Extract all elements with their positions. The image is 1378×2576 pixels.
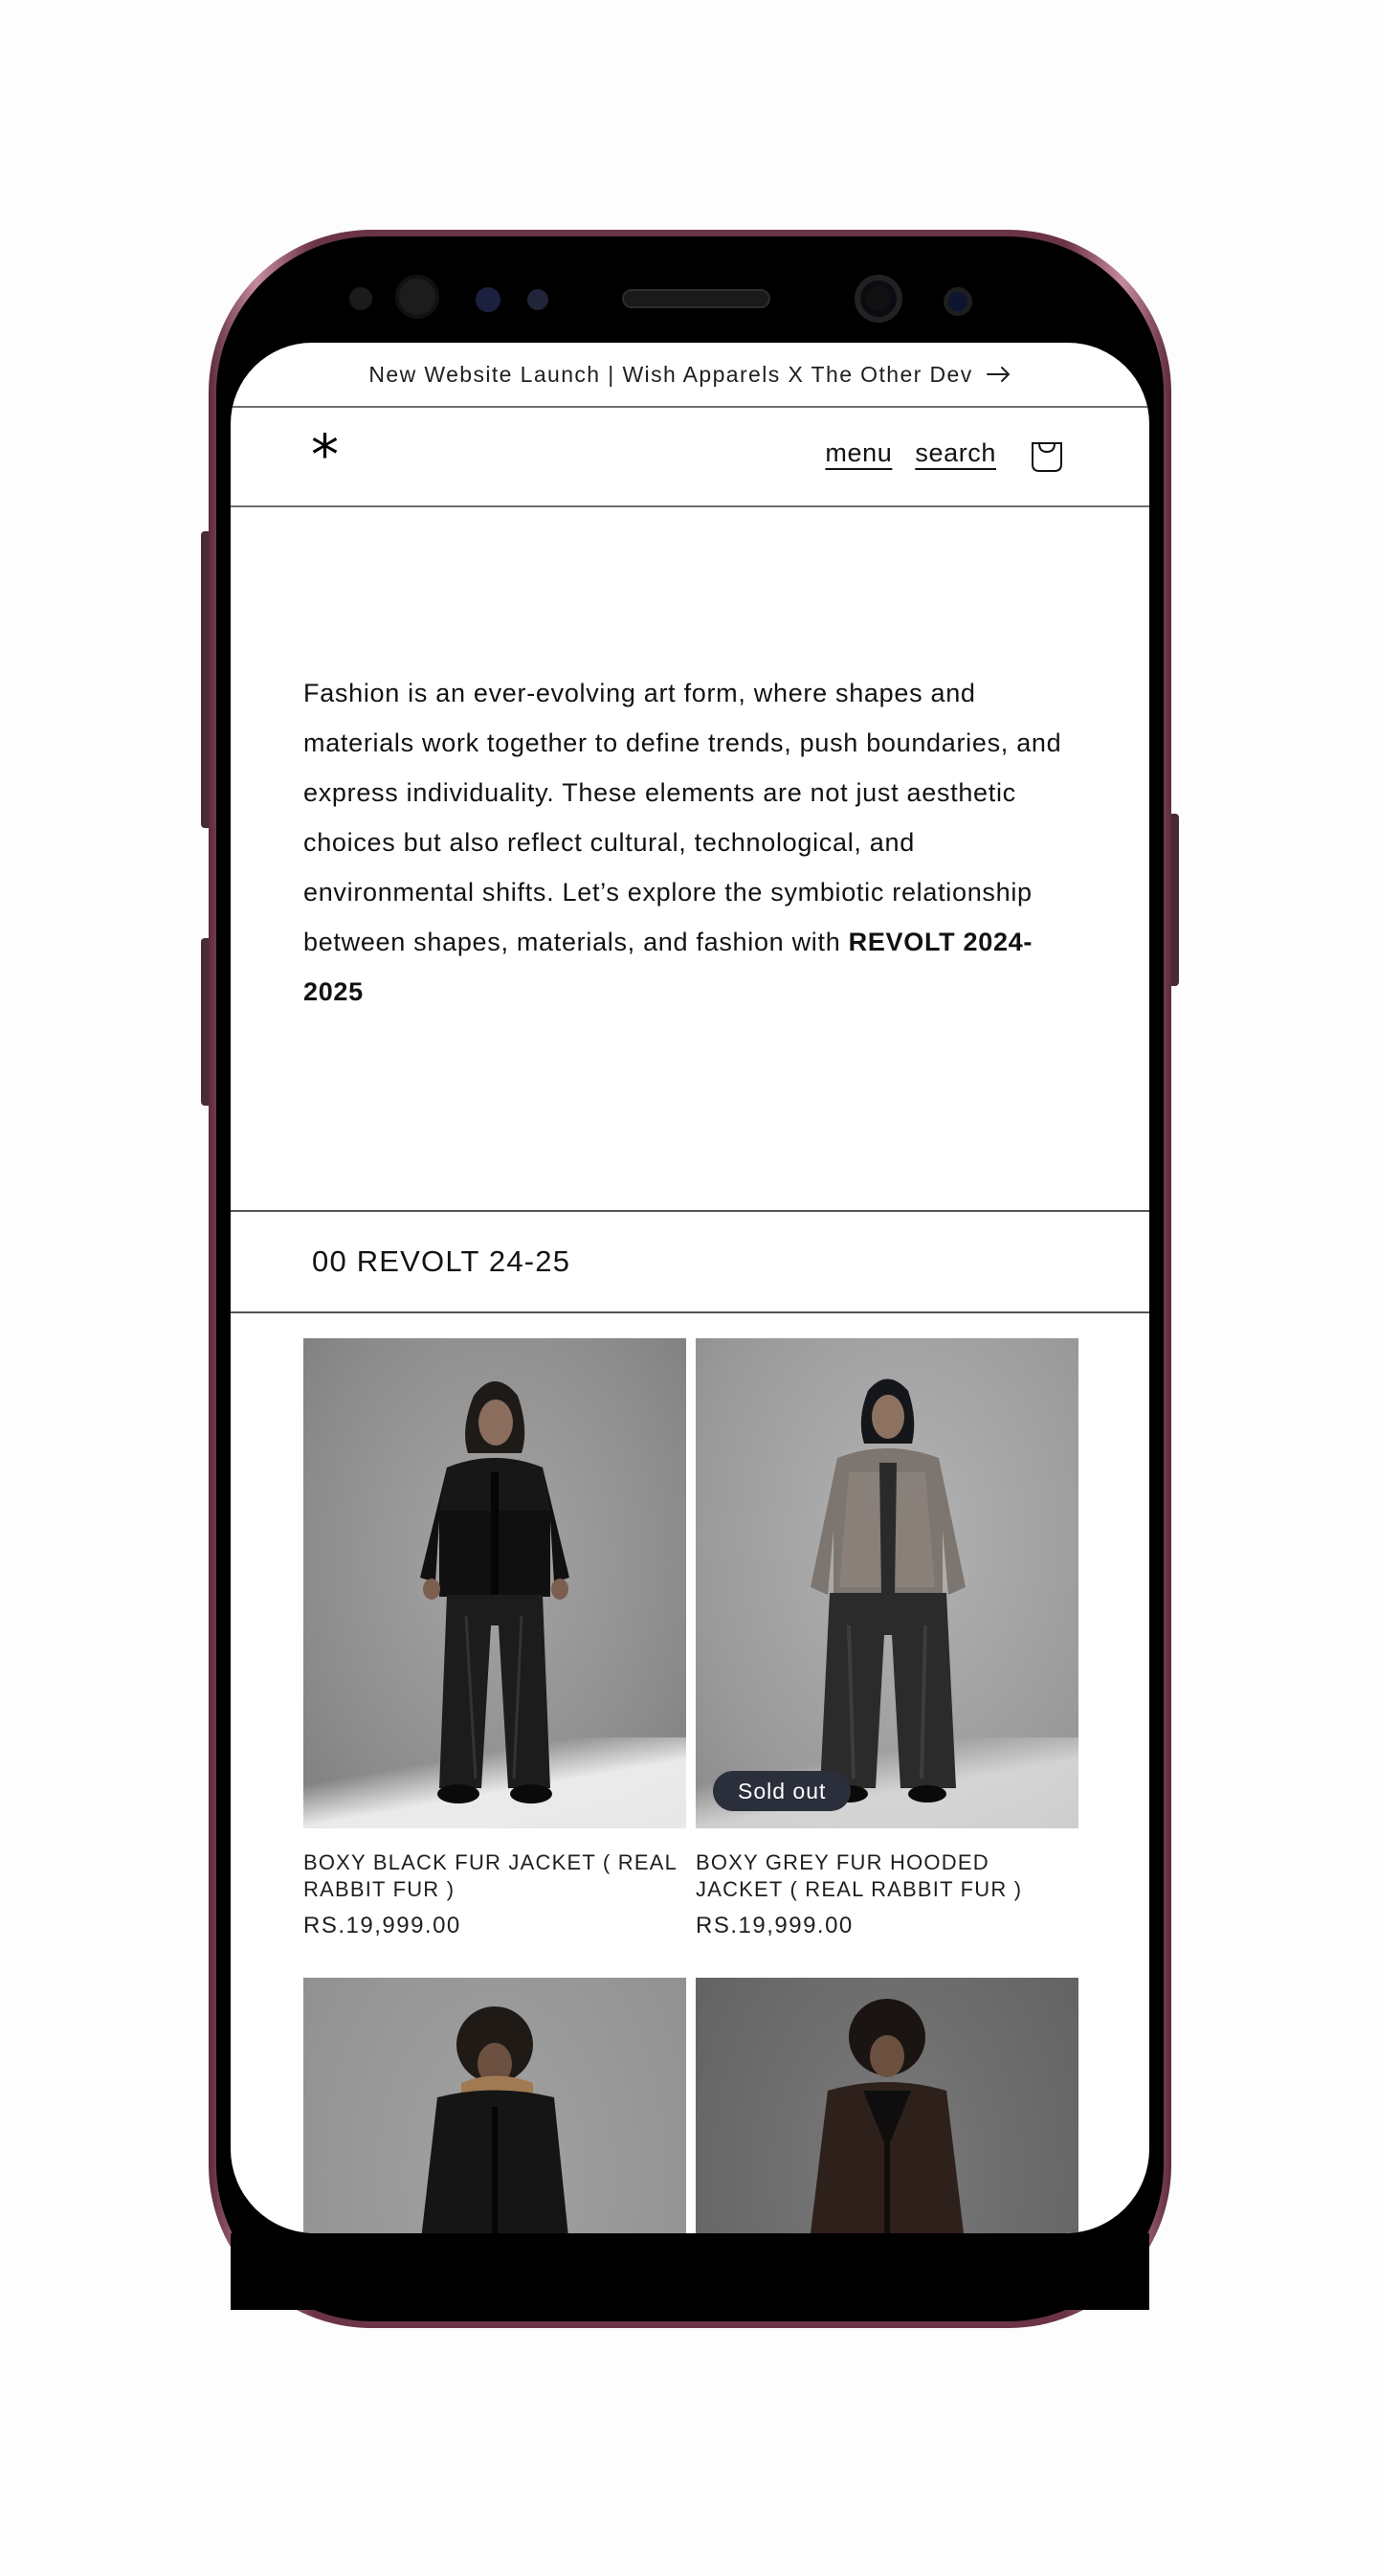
iris-camera <box>944 287 972 316</box>
shopping-bag-icon[interactable] <box>1029 437 1065 479</box>
iris-sensor <box>395 275 439 319</box>
sold-out-badge: Sold out <box>713 1771 852 1811</box>
arrow-right-icon[interactable] <box>986 366 1011 383</box>
product-price: RS.19,999.00 <box>303 1913 461 1938</box>
light-sensor-2 <box>527 289 548 310</box>
model-figure <box>811 1378 966 1803</box>
phone-screen: New Website Launch | Wish Apparels X The… <box>231 343 1149 2233</box>
menu-link[interactable]: menu <box>825 438 892 468</box>
product-image[interactable] <box>303 1978 686 2233</box>
earpiece-speaker <box>622 289 770 308</box>
product-image[interactable]: Sold out <box>696 1338 1078 1828</box>
product-price: RS.19,999.00 <box>696 1913 854 1938</box>
product-image[interactable] <box>696 1978 1078 2233</box>
model-figure <box>421 2006 568 2233</box>
site-header: * menu search <box>231 408 1149 507</box>
product-card[interactable] <box>696 1978 1078 2233</box>
model-figure <box>420 1381 569 1803</box>
proximity-sensor <box>349 287 372 310</box>
intro-text: Fashion is an ever-evolving art form, wh… <box>303 679 1062 1006</box>
model-figure <box>810 1999 965 2233</box>
product-card[interactable] <box>303 1978 686 2233</box>
phone-chin <box>231 2233 1149 2310</box>
product-card[interactable]: BOXY BLACK FUR JACKET ( REAL RABBIT FUR … <box>303 1338 686 1939</box>
product-grid: BOXY BLACK FUR JACKET ( REAL RABBIT FUR … <box>231 1313 1149 2233</box>
header-nav: menu search <box>825 438 996 468</box>
announcement-text[interactable]: New Website Launch | Wish Apparels X The… <box>368 362 972 388</box>
product-image[interactable] <box>303 1338 686 1828</box>
product-title[interactable]: BOXY BLACK FUR JACKET ( REAL RABBIT FUR … <box>303 1849 686 1903</box>
light-sensor-1 <box>476 287 500 312</box>
front-camera <box>855 275 902 323</box>
logo[interactable]: * <box>311 427 339 482</box>
search-link[interactable]: search <box>915 438 996 468</box>
product-title[interactable]: BOXY GREY FUR HOODED JACKET ( REAL RABBI… <box>696 1849 1078 1903</box>
intro-section: Fashion is an ever-evolving art form, wh… <box>231 507 1149 1212</box>
collection-title: 00 REVOLT 24-25 <box>231 1212 1149 1313</box>
announcement-bar[interactable]: New Website Launch | Wish Apparels X The… <box>231 343 1149 408</box>
product-card[interactable]: Sold out BOXY GREY FUR HOODED JACKET ( R… <box>696 1338 1078 1939</box>
